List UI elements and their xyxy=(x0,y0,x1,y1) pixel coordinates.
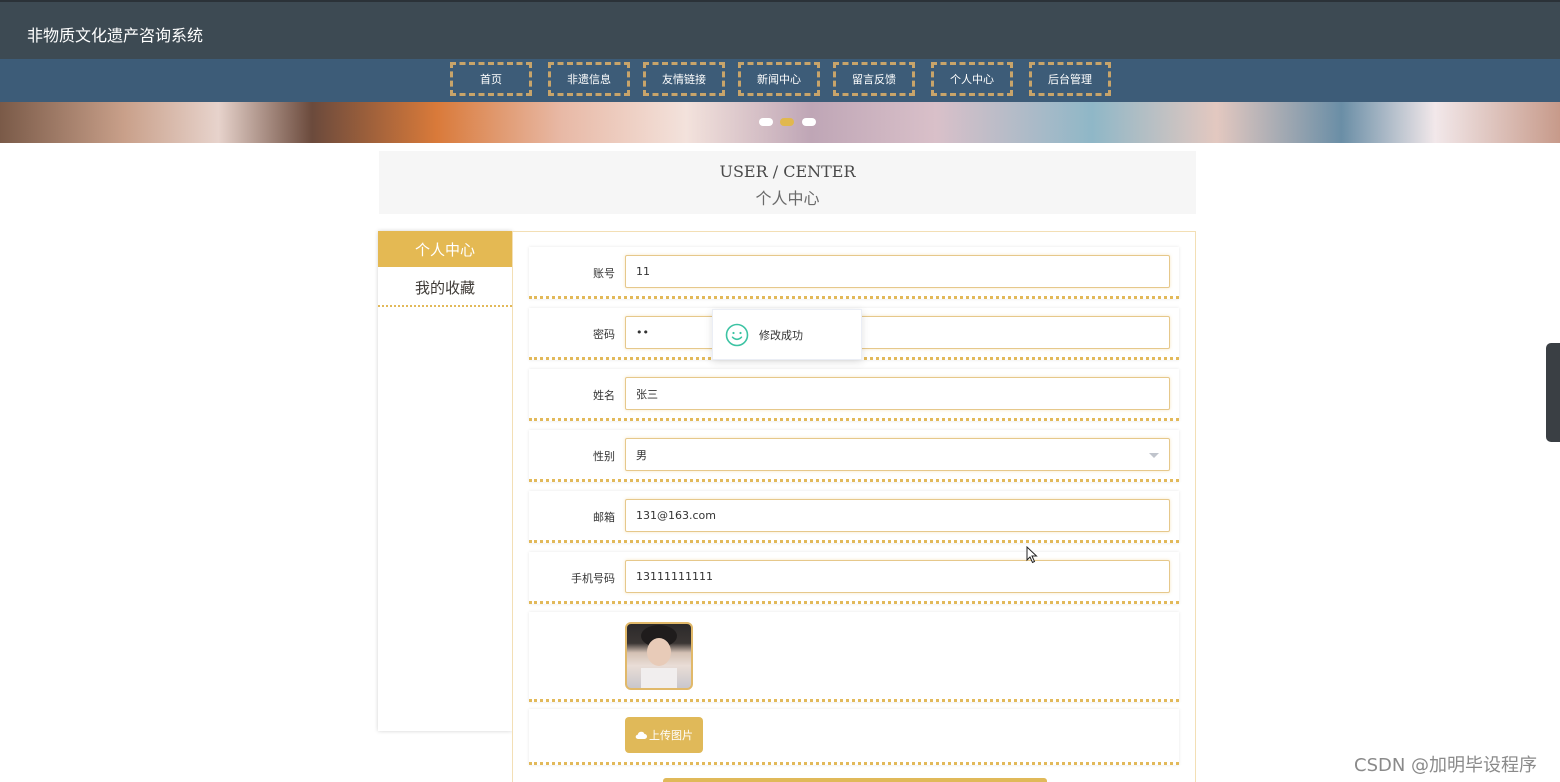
form-row-gender: 性别 男 xyxy=(529,430,1179,482)
gender-label: 性别 xyxy=(593,450,615,463)
carousel-dot-1[interactable] xyxy=(759,118,773,126)
account-label: 账号 xyxy=(593,267,615,280)
chevron-down-icon xyxy=(1149,453,1159,458)
section-title-cn: 个人中心 xyxy=(755,189,820,208)
phone-label: 手机号码 xyxy=(571,572,615,585)
side-drawer-handle[interactable] xyxy=(1546,343,1560,442)
banner-carousel xyxy=(0,102,1560,143)
top-header: 非物质文化遗产咨询系统 xyxy=(0,0,1560,59)
gender-select[interactable]: 男 xyxy=(625,438,1170,471)
nav-item-admin[interactable]: 后台管理 xyxy=(1029,62,1111,96)
form-row-phone: 手机号码 13111111111 xyxy=(529,552,1179,604)
carousel-dot-2[interactable] xyxy=(780,118,794,126)
success-toast: 修改成功 xyxy=(712,309,862,360)
nav-item-news[interactable]: 新闻中心 xyxy=(738,62,820,96)
cloud-upload-icon xyxy=(635,731,647,740)
section-title-en: USER / CENTER xyxy=(719,162,856,181)
phone-input[interactable]: 13111111111 xyxy=(625,560,1170,593)
email-label: 邮箱 xyxy=(593,511,615,524)
email-input[interactable]: 131@163.com xyxy=(625,499,1170,532)
form-row-email: 邮箱 131@163.com xyxy=(529,491,1179,543)
password-label: 密码 xyxy=(593,328,615,341)
nav-item-heritage-info[interactable]: 非遗信息 xyxy=(548,62,630,96)
form-row-upload: 上传图片 xyxy=(529,709,1179,765)
user-sidebar: 个人中心 我的收藏 xyxy=(378,231,512,731)
toast-message: 修改成功 xyxy=(759,328,803,342)
form-row-account: 账号 11 xyxy=(529,247,1179,299)
mouse-cursor-icon xyxy=(1026,546,1038,564)
nav-item-user-center[interactable]: 个人中心 xyxy=(931,62,1013,96)
sidebar-item-favorites[interactable]: 我的收藏 xyxy=(378,269,512,307)
avatar xyxy=(625,622,693,690)
name-input[interactable]: 张三 xyxy=(625,377,1170,410)
site-title: 非物质文化遗产咨询系统 xyxy=(27,26,204,45)
nav-item-friend-links[interactable]: 友情链接 xyxy=(643,62,725,96)
name-label: 姓名 xyxy=(593,389,615,402)
save-button[interactable] xyxy=(663,778,1047,782)
smile-icon xyxy=(725,323,749,346)
form-row-name: 姓名 张三 xyxy=(529,369,1179,421)
nav-item-feedback[interactable]: 留言反馈 xyxy=(833,62,915,96)
carousel-dot-3[interactable] xyxy=(802,118,816,126)
account-input[interactable]: 11 xyxy=(625,255,1170,288)
gender-value: 男 xyxy=(636,448,647,462)
sidebar-item-user-center[interactable]: 个人中心 xyxy=(378,231,512,267)
form-row-avatar xyxy=(529,612,1179,702)
main-nav: 首页 非遗信息 友情链接 新闻中心 留言反馈 个人中心 后台管理 xyxy=(0,59,1560,102)
upload-button-label: 上传图片 xyxy=(649,729,693,742)
watermark: CSDN @加明毕设程序 xyxy=(1354,755,1538,776)
section-header: USER / CENTER 个人中心 xyxy=(379,151,1196,214)
upload-image-button[interactable]: 上传图片 xyxy=(625,717,703,753)
password-input[interactable]: •• xyxy=(625,316,1170,349)
nav-item-home[interactable]: 首页 xyxy=(450,62,532,96)
